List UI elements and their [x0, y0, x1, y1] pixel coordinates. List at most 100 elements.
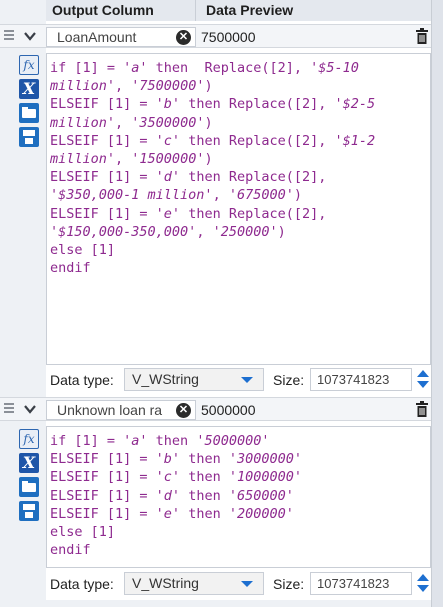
- code-line: '$150,000-350,000', '250000'): [50, 223, 430, 241]
- code-keyword: then: [180, 487, 229, 504]
- vertical-scrollbar[interactable]: [431, 0, 443, 607]
- code-keyword: then: [180, 451, 229, 468]
- code-keyword: ELSEIF [1] =: [50, 205, 156, 222]
- panel-footer: [0, 600, 431, 607]
- spin-up-icon[interactable]: [417, 574, 429, 581]
- code-keyword: ): [204, 114, 213, 131]
- clear-icon[interactable]: ✕: [176, 30, 191, 45]
- code-keyword: then Replace([2],: [180, 96, 335, 113]
- code-string: '$350,000-1 million': [50, 187, 213, 204]
- code-string: '675000': [228, 187, 294, 204]
- size-spinner[interactable]: [416, 368, 430, 391]
- output-column-header[interactable]: Output Column: [46, 0, 196, 21]
- code-keyword: if [1] =: [50, 433, 124, 449]
- code-keyword: ,: [196, 223, 213, 240]
- spin-down-icon[interactable]: [417, 381, 429, 388]
- save-icon[interactable]: [19, 501, 39, 521]
- data-preview-header[interactable]: Data Preview: [196, 0, 431, 21]
- code-keyword: ): [204, 78, 213, 95]
- code-string: '1000000': [228, 469, 302, 486]
- open-folder-icon[interactable]: [19, 477, 39, 497]
- code-string: '200000': [228, 505, 294, 522]
- code-keyword: ELSEIF [1] =: [50, 132, 156, 149]
- output-column-name: Unknown loan ra: [57, 402, 163, 418]
- variable-icon[interactable]: X: [19, 453, 39, 473]
- formula-tools-1: fx X: [19, 55, 41, 151]
- data-type-value: V_WString: [132, 371, 199, 387]
- code-line: million', '1500000'): [50, 150, 430, 168]
- size-input[interactable]: 1073741823: [310, 368, 412, 391]
- code-line: ELSEIF [1] = 'c' then Replace([2], '$1-2: [50, 132, 430, 150]
- code-line: ELSEIF [1] = 'd' then '650000': [50, 487, 430, 505]
- code-string: 'd': [155, 169, 181, 186]
- code-keyword: endif: [50, 542, 91, 559]
- output-column-select[interactable]: LoanAmount ✕: [46, 27, 196, 47]
- output-column-select[interactable]: Unknown loan ra ✕: [46, 400, 196, 420]
- code-line: else [1]: [50, 523, 430, 541]
- code-line: ELSEIF [1] = 'd' then Replace([2],: [50, 168, 430, 186]
- code-keyword: ): [293, 187, 302, 204]
- spin-up-icon[interactable]: [417, 370, 429, 377]
- code-line: else [1]: [50, 241, 430, 259]
- code-keyword: then: [147, 433, 197, 449]
- code-string: '$150,000-350,000': [50, 223, 197, 240]
- formula-row-2: Unknown loan ra ✕ 5000000: [0, 397, 431, 421]
- chevron-down-icon[interactable]: [23, 29, 37, 43]
- open-folder-icon[interactable]: [19, 103, 39, 123]
- code-keyword: else [1]: [50, 241, 116, 258]
- expression-editor[interactable]: if [1] = 'a' then '5000000' ELSEIF [1] = …: [46, 426, 431, 568]
- code-keyword: then Replace([2],: [147, 60, 311, 76]
- code-line: ELSEIF [1] = 'b' then Replace([2], '$2-5: [50, 95, 430, 113]
- trash-icon[interactable]: [416, 28, 428, 44]
- variable-icon[interactable]: X: [19, 79, 39, 99]
- size-spinner[interactable]: [416, 572, 430, 595]
- code-string: '650000': [228, 487, 294, 504]
- data-type-value: V_WString: [132, 575, 199, 591]
- data-preview-value: 5000000: [201, 402, 256, 418]
- code-string: million': [50, 78, 116, 95]
- code-string: '3000000': [228, 451, 302, 468]
- code-line: million', '3500000'): [50, 114, 430, 132]
- data-preview-value: 7500000: [201, 29, 256, 45]
- drag-handle-icon[interactable]: [4, 30, 14, 42]
- size-label: Size:: [273, 576, 305, 592]
- chevron-down-icon[interactable]: [23, 402, 37, 416]
- save-icon[interactable]: [19, 127, 39, 147]
- code-string: million': [50, 114, 116, 131]
- code-line: if [1] = 'a' then '5000000': [50, 432, 430, 450]
- code-line: ELSEIF [1] = 'e' then Replace([2],: [50, 205, 430, 223]
- expression-editor[interactable]: if [1] = 'a' then Replace([2], '$5-10 mil…: [46, 53, 431, 365]
- code-keyword: ,: [115, 114, 132, 131]
- function-icon[interactable]: fx: [19, 55, 39, 75]
- code-string: '$5-10: [310, 60, 359, 76]
- datatype-row: Data type: V_WString Size: 1073741823: [46, 570, 431, 598]
- function-icon[interactable]: fx: [19, 429, 39, 449]
- code-line: ELSEIF [1] = 'b' then '3000000': [50, 450, 430, 468]
- code-line: if [1] = 'a' then Replace([2], '$5-10: [50, 59, 430, 77]
- drag-handle-icon[interactable]: [4, 403, 14, 415]
- code-keyword: ): [277, 223, 286, 240]
- code-keyword: ,: [115, 78, 132, 95]
- dropdown-caret-icon: [241, 377, 253, 383]
- code-keyword: ELSEIF [1] =: [50, 469, 156, 486]
- spin-down-icon[interactable]: [417, 585, 429, 592]
- code-string: '$1-2: [334, 132, 376, 149]
- code-string: million': [50, 150, 116, 167]
- data-type-label: Data type:: [50, 372, 114, 388]
- clear-icon[interactable]: ✕: [176, 403, 191, 418]
- code-string: '1500000': [131, 150, 205, 167]
- code-string: 'a': [123, 60, 148, 76]
- code-string: 'e': [155, 205, 181, 222]
- code-keyword: endif: [50, 260, 91, 277]
- code-keyword: then Replace([2],: [180, 132, 335, 149]
- trash-icon[interactable]: [416, 401, 428, 417]
- code-string: '250000': [212, 223, 278, 240]
- code-keyword: ,: [212, 187, 229, 204]
- code-string: 'a': [123, 433, 148, 449]
- data-type-select[interactable]: V_WString: [124, 368, 264, 391]
- size-input[interactable]: 1073741823: [310, 572, 412, 595]
- code-keyword: then Replace([2],: [180, 169, 327, 186]
- code-keyword: ELSEIF [1] =: [50, 505, 156, 522]
- header-gutter: [0, 0, 46, 21]
- data-type-select[interactable]: V_WString: [124, 572, 264, 595]
